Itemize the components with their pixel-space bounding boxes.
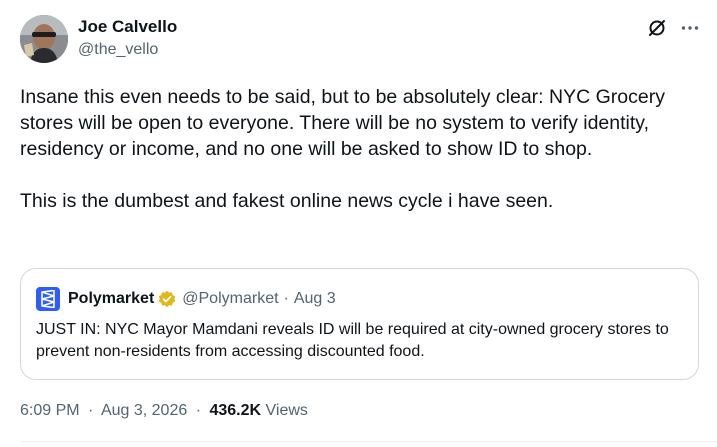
quote-author-handle[interactable]: @Polymarket (182, 289, 278, 309)
divider (20, 441, 717, 442)
tweet-paragraph: Insane this even needs to be said, but t… (20, 86, 665, 160)
author-name[interactable]: Joe Calvello (78, 16, 177, 38)
views-count: 436.2K (209, 402, 262, 419)
polymarket-logo-icon[interactable] (36, 287, 60, 311)
meta-separator: · (195, 402, 202, 419)
quote-author-name[interactable]: Polymarket (68, 289, 154, 309)
quote-date[interactable]: Aug 3 (294, 289, 336, 309)
tweet-meta: 6:09 PM · Aug 3, 2026 · 436.2K Views (20, 400, 308, 422)
author-handle[interactable]: @the_vello (78, 39, 177, 61)
tweet-paragraph: This is the dumbest and fakest online ne… (20, 190, 554, 212)
quote-tweet[interactable]: Polymarket @Polymarket · Aug 3 JUST IN: … (20, 268, 699, 380)
tweet: Joe Calvello @the_vello Insane this even… (0, 0, 717, 447)
tweet-time[interactable]: 6:09 PM (20, 402, 80, 419)
meta-separator: · (88, 402, 94, 419)
views-label: Views (265, 402, 308, 419)
tweet-date[interactable]: Aug 3, 2026 (101, 402, 187, 419)
quote-header: Polymarket @Polymarket · Aug 3 (36, 287, 336, 311)
quote-separator: · (283, 290, 289, 307)
header-actions (647, 18, 699, 38)
grok-slash-icon[interactable] (647, 18, 667, 38)
avatar[interactable] (20, 15, 68, 63)
verified-badge-icon (158, 290, 176, 308)
author-block: Joe Calvello @the_vello (78, 16, 177, 61)
tweet-text: Insane this even needs to be said, but t… (20, 84, 700, 214)
more-dots-icon[interactable] (681, 25, 699, 31)
avatar-image (20, 15, 68, 63)
quote-text: JUST IN: NYC Mayor Mamdani reveals ID wi… (36, 321, 669, 360)
